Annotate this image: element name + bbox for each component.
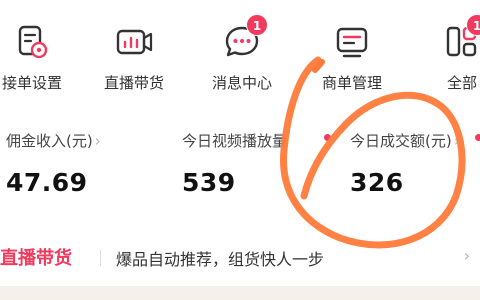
stat-value: 326 (350, 168, 404, 197)
divider (100, 250, 101, 266)
nav-item-live-selling[interactable]: 直播带货 (84, 22, 184, 100)
live-camera-icon (114, 22, 154, 62)
stat-label: 佣金收入(元) (6, 132, 93, 150)
stat-label: 今日成交额(元) (350, 132, 452, 150)
nav-label: 接单设置 (1, 74, 62, 92)
notification-dot (324, 134, 331, 141)
promo-text: 爆品自动推荐，组货快人一步 (116, 250, 325, 269)
nav-item-all[interactable]: 1 全部 (412, 14, 480, 100)
section-divider (0, 286, 480, 300)
order-settings-icon (12, 22, 52, 62)
nav-label: 消息中心 (211, 74, 272, 92)
stat-value: 47.69 (6, 168, 88, 197)
all-grid-icon: 1 (442, 14, 480, 62)
promo-tag: 直播带货 (0, 248, 72, 269)
chevron-right-icon: › (463, 246, 470, 265)
order-manage-icon (332, 22, 372, 62)
promo-banner[interactable]: 直播带货 爆品自动推荐，组货快人一步 › (0, 238, 480, 278)
stat-label: 今日视频播放量 (182, 132, 288, 150)
chevron-right-icon: › (94, 132, 101, 150)
nav-label: 直播带货 (103, 74, 164, 92)
stat-commission[interactable]: 佣金收入(元) › 47.69 (6, 130, 101, 210)
stat-video-plays[interactable]: 今日视频播放量 539 (182, 130, 331, 210)
nav-label: 全部 (446, 74, 477, 92)
stat-value: 539 (182, 168, 236, 197)
stat-gmv[interactable]: 今日成交额(元) › 326 (350, 130, 480, 210)
nav-item-order-settings[interactable]: 接单设置 (0, 22, 82, 100)
quick-entry-row: 接单设置 直播带货 1 消息中心 商单管理 1 全部 (0, 0, 480, 108)
nav-label: 商单管理 (321, 74, 382, 92)
unread-badge: 1 (246, 14, 268, 36)
message-bubble-icon: 1 (222, 14, 268, 62)
notification-dot (475, 134, 480, 141)
chevron-right-icon: › (453, 132, 460, 150)
stats-row: 佣金收入(元) › 47.69 今日视频播放量 539 今日成交额(元) › 326 (0, 130, 480, 210)
nav-item-order-management[interactable]: 商单管理 (302, 22, 402, 100)
nav-item-message-center[interactable]: 1 消息中心 (192, 14, 292, 100)
